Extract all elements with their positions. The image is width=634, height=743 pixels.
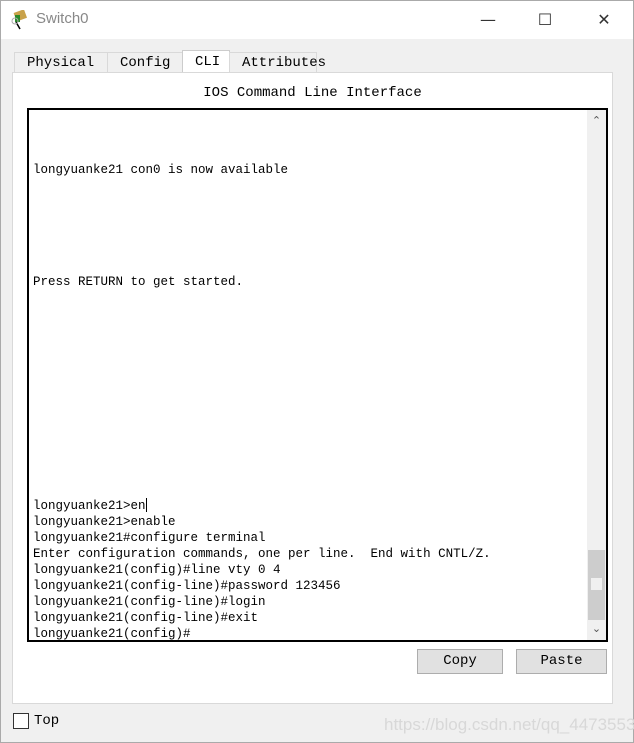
terminal-line: longyuanke21(config)#line vty 0 4 (33, 563, 281, 577)
tab-attributes[interactable]: Attributes (229, 52, 326, 73)
scrollbar-thumb[interactable] (588, 550, 605, 620)
maximize-icon[interactable]: ☐ (530, 7, 560, 33)
scroll-up-icon[interactable]: ⌃ (587, 112, 606, 130)
paste-button[interactable]: Paste (516, 649, 607, 674)
scrollbar-grip (591, 578, 602, 590)
tab-bar: Physical Config CLI Attributes (14, 50, 326, 73)
title-bar: Switch0 — ☐ ✕ (1, 1, 633, 39)
top-checkbox[interactable] (13, 713, 29, 729)
terminal-line: longyuanke21(config-line)#login (33, 595, 266, 609)
terminal-line: longyuanke21 con0 is now available (33, 163, 289, 177)
terminal-line: longyuanke21>enable (33, 515, 176, 529)
cli-terminal[interactable]: longyuanke21 con0 is now available Press… (27, 108, 608, 642)
tab-physical[interactable]: Physical (14, 52, 108, 73)
terminal-output[interactable]: longyuanke21 con0 is now available Press… (33, 114, 491, 641)
terminal-line: Press RETURN to get started. (33, 275, 244, 289)
window-title: Switch0 (36, 10, 89, 27)
cli-panel: IOS Command Line Interface longyuanke21 … (12, 72, 613, 704)
terminal-line: longyuanke21(config)# (33, 627, 191, 641)
terminal-line: longyuanke21(config-line)#exit (33, 611, 259, 625)
terminal-line: longyuanke21(config-line)#password 12345… (33, 579, 341, 593)
window: Switch0 — ☐ ✕ Physical Config CLI Attrib… (0, 0, 634, 743)
terminal-line: Enter configuration commands, one per li… (33, 547, 491, 561)
cli-heading: IOS Command Line Interface (203, 85, 422, 101)
terminal-line: longyuanke21>en (33, 498, 147, 513)
minimize-icon[interactable]: — (473, 7, 503, 33)
terminal-line: longyuanke21#configure terminal (33, 531, 266, 545)
watermark: https://blog.csdn.net/qq_44735533 (384, 715, 634, 734)
tab-cli[interactable]: CLI (182, 50, 230, 73)
scroll-down-icon[interactable]: ⌄ (587, 620, 606, 638)
tab-config[interactable]: Config (107, 52, 183, 73)
text-cursor (145, 498, 147, 512)
copy-button[interactable]: Copy (417, 649, 503, 674)
switch-app-icon (11, 10, 28, 30)
terminal-scrollbar[interactable]: ⌃ ⌄ (587, 110, 606, 640)
close-icon[interactable]: ✕ (589, 7, 619, 33)
top-label: Top (34, 713, 60, 729)
